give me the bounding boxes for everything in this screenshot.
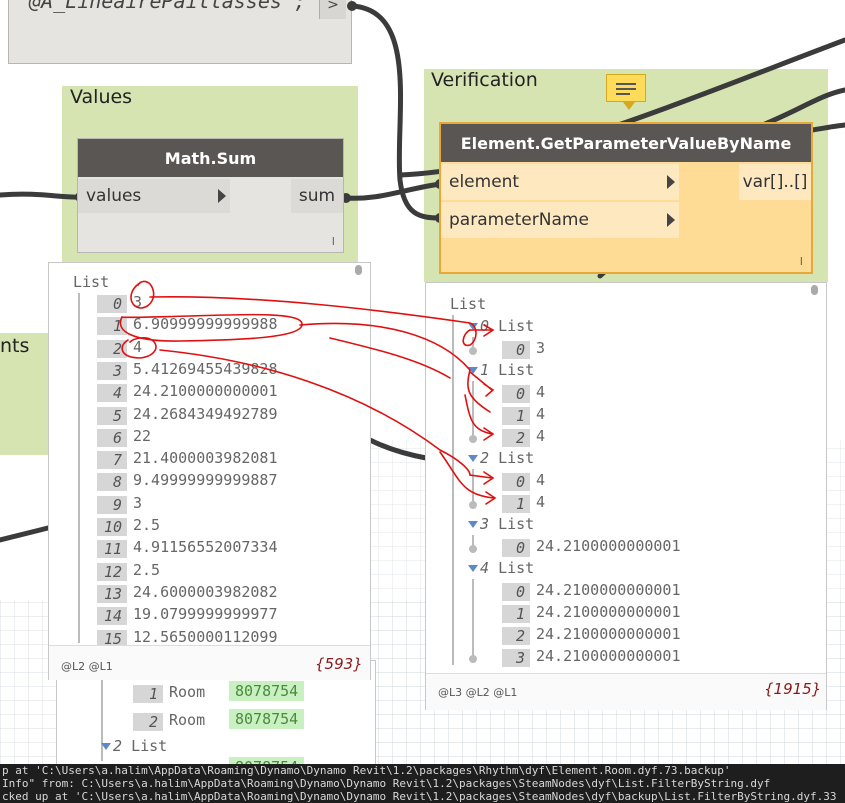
console-line: Info" from: C:\Users\a.halim\AppData\Roa… [2, 777, 771, 790]
console-log[interactable]: p at 'C:\Users\a.halim\AppData\Roaming\D… [0, 764, 845, 803]
red-annotations [119, 280, 497, 505]
console-line: p at 'C:\Users\a.halim\AppData\Roaming\D… [2, 764, 731, 777]
console-line: cked up at 'C:\Users\a.halim\AppData\Roa… [2, 790, 837, 803]
